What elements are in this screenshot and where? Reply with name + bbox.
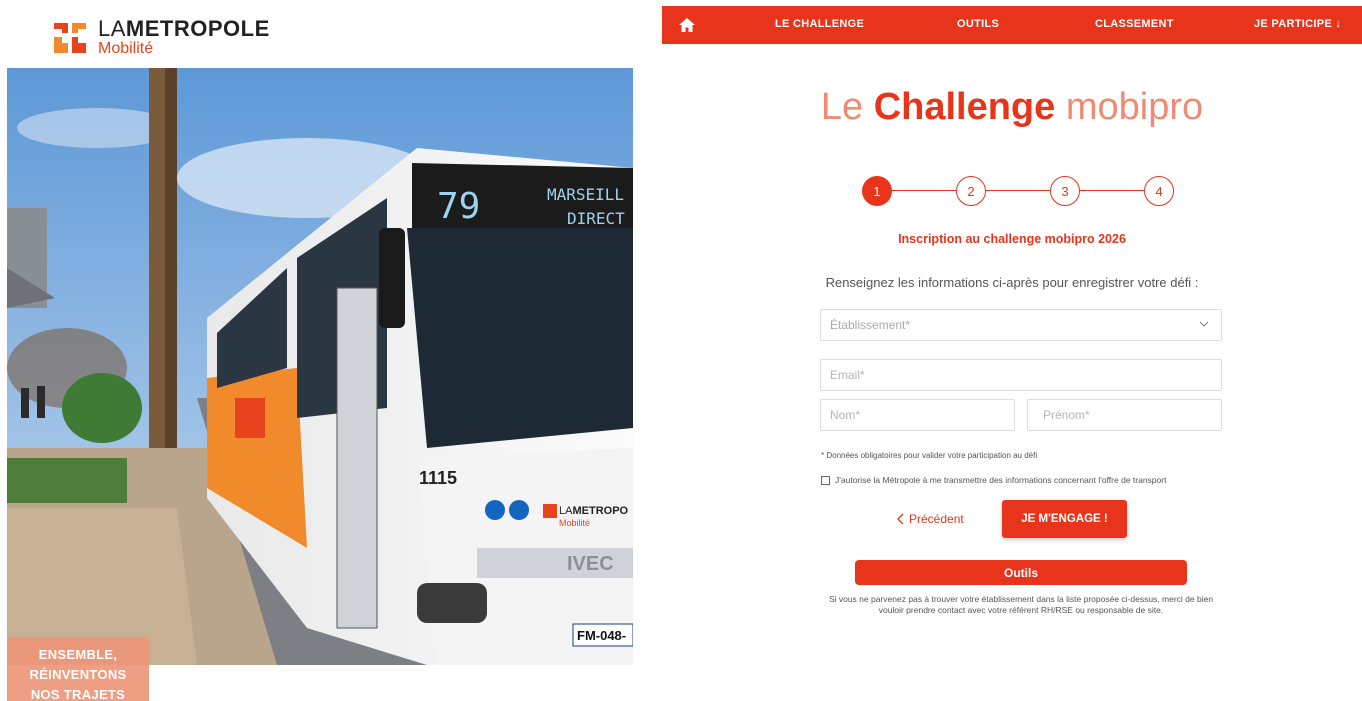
outils-button[interactable]: Outils xyxy=(855,560,1187,585)
bus-destination-2: DIRECT xyxy=(567,209,625,228)
bus-destination-1: MARSEILL xyxy=(547,185,624,204)
nav-je-participe[interactable]: JE PARTICIPE ↓ xyxy=(1254,18,1341,30)
bus-plate: FM-048- xyxy=(577,628,626,643)
slogan-line-3: NOS TRAJETS xyxy=(30,687,126,701)
home-icon[interactable] xyxy=(678,16,696,34)
bus-line-number: 79 xyxy=(437,186,480,227)
step-connector xyxy=(1080,190,1144,191)
title-challenge: Challenge xyxy=(873,86,1056,128)
nav-classement[interactable]: CLASSEMENT xyxy=(1095,18,1174,30)
arrow-down-icon: ↓ xyxy=(1335,18,1342,30)
step-connector xyxy=(986,190,1050,191)
metropole-logo-icon xyxy=(54,22,86,53)
nav-le-challenge[interactable]: LE CHALLENGE xyxy=(775,18,864,30)
form-intro: Renseignez les informations ci-après pou… xyxy=(825,275,1199,290)
slogan-line-2: RÉINVENTONS xyxy=(29,667,127,682)
consent-row[interactable]: J'autorise la Métropole à me transmettre… xyxy=(821,475,1166,485)
logo-la: LA xyxy=(98,16,126,41)
nom-field[interactable] xyxy=(820,399,1015,431)
svg-text:LAMETROPO: LAMETROPO xyxy=(559,505,629,517)
accessibility-icon xyxy=(485,500,505,520)
chevron-down-icon xyxy=(1199,321,1209,327)
left-panel: LAMETROPOLE Mobilité 79 MARSEILL DIRECT … xyxy=(0,0,640,701)
title-le: Le xyxy=(820,86,864,128)
bus-logo-metropole: METROPO xyxy=(572,505,628,517)
step-4: 4 xyxy=(1144,176,1174,206)
previous-button[interactable]: Précédent xyxy=(897,512,964,526)
bus-logo-mobilite: Mobilité xyxy=(559,518,590,528)
form-subtitle: Inscription au challenge mobipro 2026 xyxy=(898,232,1126,246)
step-3: 3 xyxy=(1050,176,1080,206)
hero-photo-bus: 79 MARSEILL DIRECT 1115 LAMETROPO Mobili… xyxy=(7,68,633,665)
email-field[interactable] xyxy=(820,359,1222,391)
chevron-left-icon xyxy=(897,513,904,525)
wheelchair-icon xyxy=(509,500,529,520)
title-mobipro: mobipro xyxy=(1065,86,1204,128)
consent-label: J'autorise la Métropole à me transmettre… xyxy=(835,475,1167,485)
bus-logo-la: LA xyxy=(559,505,573,517)
metropole-logo[interactable]: LAMETROPOLE Mobilité xyxy=(52,18,270,57)
etablissement-select[interactable]: Établissement* xyxy=(820,309,1222,341)
nav-outils[interactable]: OUTILS xyxy=(957,18,999,30)
step-connector xyxy=(892,190,956,191)
nav-je-participe-label: JE PARTICIPE xyxy=(1254,18,1332,30)
nom-input[interactable] xyxy=(830,408,1005,422)
step-2: 2 xyxy=(956,176,986,206)
top-navbar: LE CHALLENGE OUTILS CLASSEMENT JE PARTIC… xyxy=(662,6,1362,44)
consent-checkbox[interactable] xyxy=(821,475,830,485)
email-input[interactable] xyxy=(830,368,1212,382)
logo-metropole: METROPOLE xyxy=(125,16,270,41)
logo-mobilite: Mobilité xyxy=(98,40,154,57)
prenom-input[interactable] xyxy=(1037,408,1212,422)
bus-fleet-number: 1115 xyxy=(419,468,457,488)
bus-brand: IVEC xyxy=(567,553,614,575)
prenom-field[interactable] xyxy=(1027,399,1222,431)
help-text: Si vous ne parvenez pas à trouver votre … xyxy=(828,594,1214,615)
slogan-badge: ENSEMBLE, RÉINVENTONS NOS TRAJETS xyxy=(7,637,149,701)
submit-engage-button[interactable]: JE M'ENGAGE ! xyxy=(1002,500,1127,538)
required-note: * Données obligatoires pour valider votr… xyxy=(821,451,1038,460)
slogan-line-1: ENSEMBLE, xyxy=(38,647,118,662)
etablissement-placeholder: Établissement* xyxy=(830,318,911,332)
progress-stepper: 1 2 3 4 xyxy=(862,176,1182,206)
page-title: Le Challenge mobipro xyxy=(662,86,1362,129)
previous-label: Précédent xyxy=(909,512,964,526)
step-1: 1 xyxy=(862,176,892,206)
